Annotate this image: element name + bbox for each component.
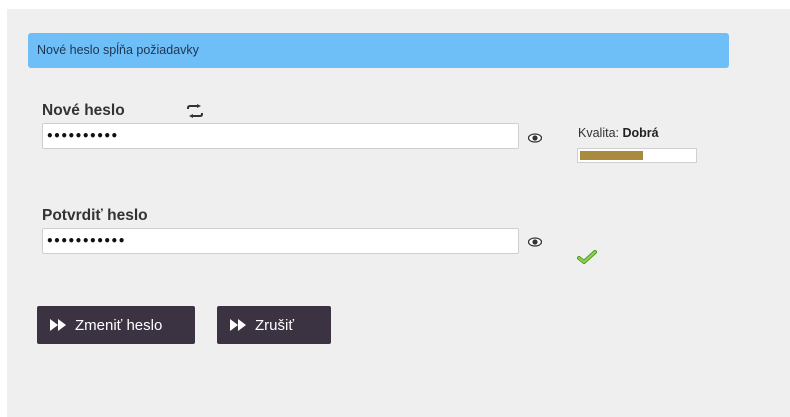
quality-value: Dobrá — [622, 126, 659, 140]
checkmark-icon — [577, 249, 597, 265]
quality-label: Kvalita: — [578, 126, 619, 140]
cancel-button[interactable]: Zrušiť — [217, 306, 331, 344]
strength-meter-fill — [580, 151, 643, 160]
change-password-button[interactable]: Zmeniť heslo — [37, 306, 195, 344]
fast-forward-icon — [50, 319, 66, 331]
eye-icon[interactable] — [527, 235, 543, 247]
strength-meter — [577, 148, 697, 163]
cancel-label: Zrušiť — [255, 316, 294, 334]
status-notice: Nové heslo spĺňa požiadavky — [28, 33, 729, 68]
eye-icon[interactable] — [527, 131, 543, 143]
confirm-password-input[interactable] — [42, 228, 519, 254]
confirm-password-label: Potvrdiť heslo — [42, 207, 148, 224]
shuffle-icon[interactable] — [187, 104, 203, 118]
new-password-label: Nové heslo — [42, 102, 125, 119]
fast-forward-icon — [230, 319, 246, 331]
change-password-label: Zmeniť heslo — [75, 316, 163, 334]
quality-indicator: Kvalita: Dobrá — [578, 126, 659, 140]
new-password-input[interactable] — [42, 123, 519, 149]
